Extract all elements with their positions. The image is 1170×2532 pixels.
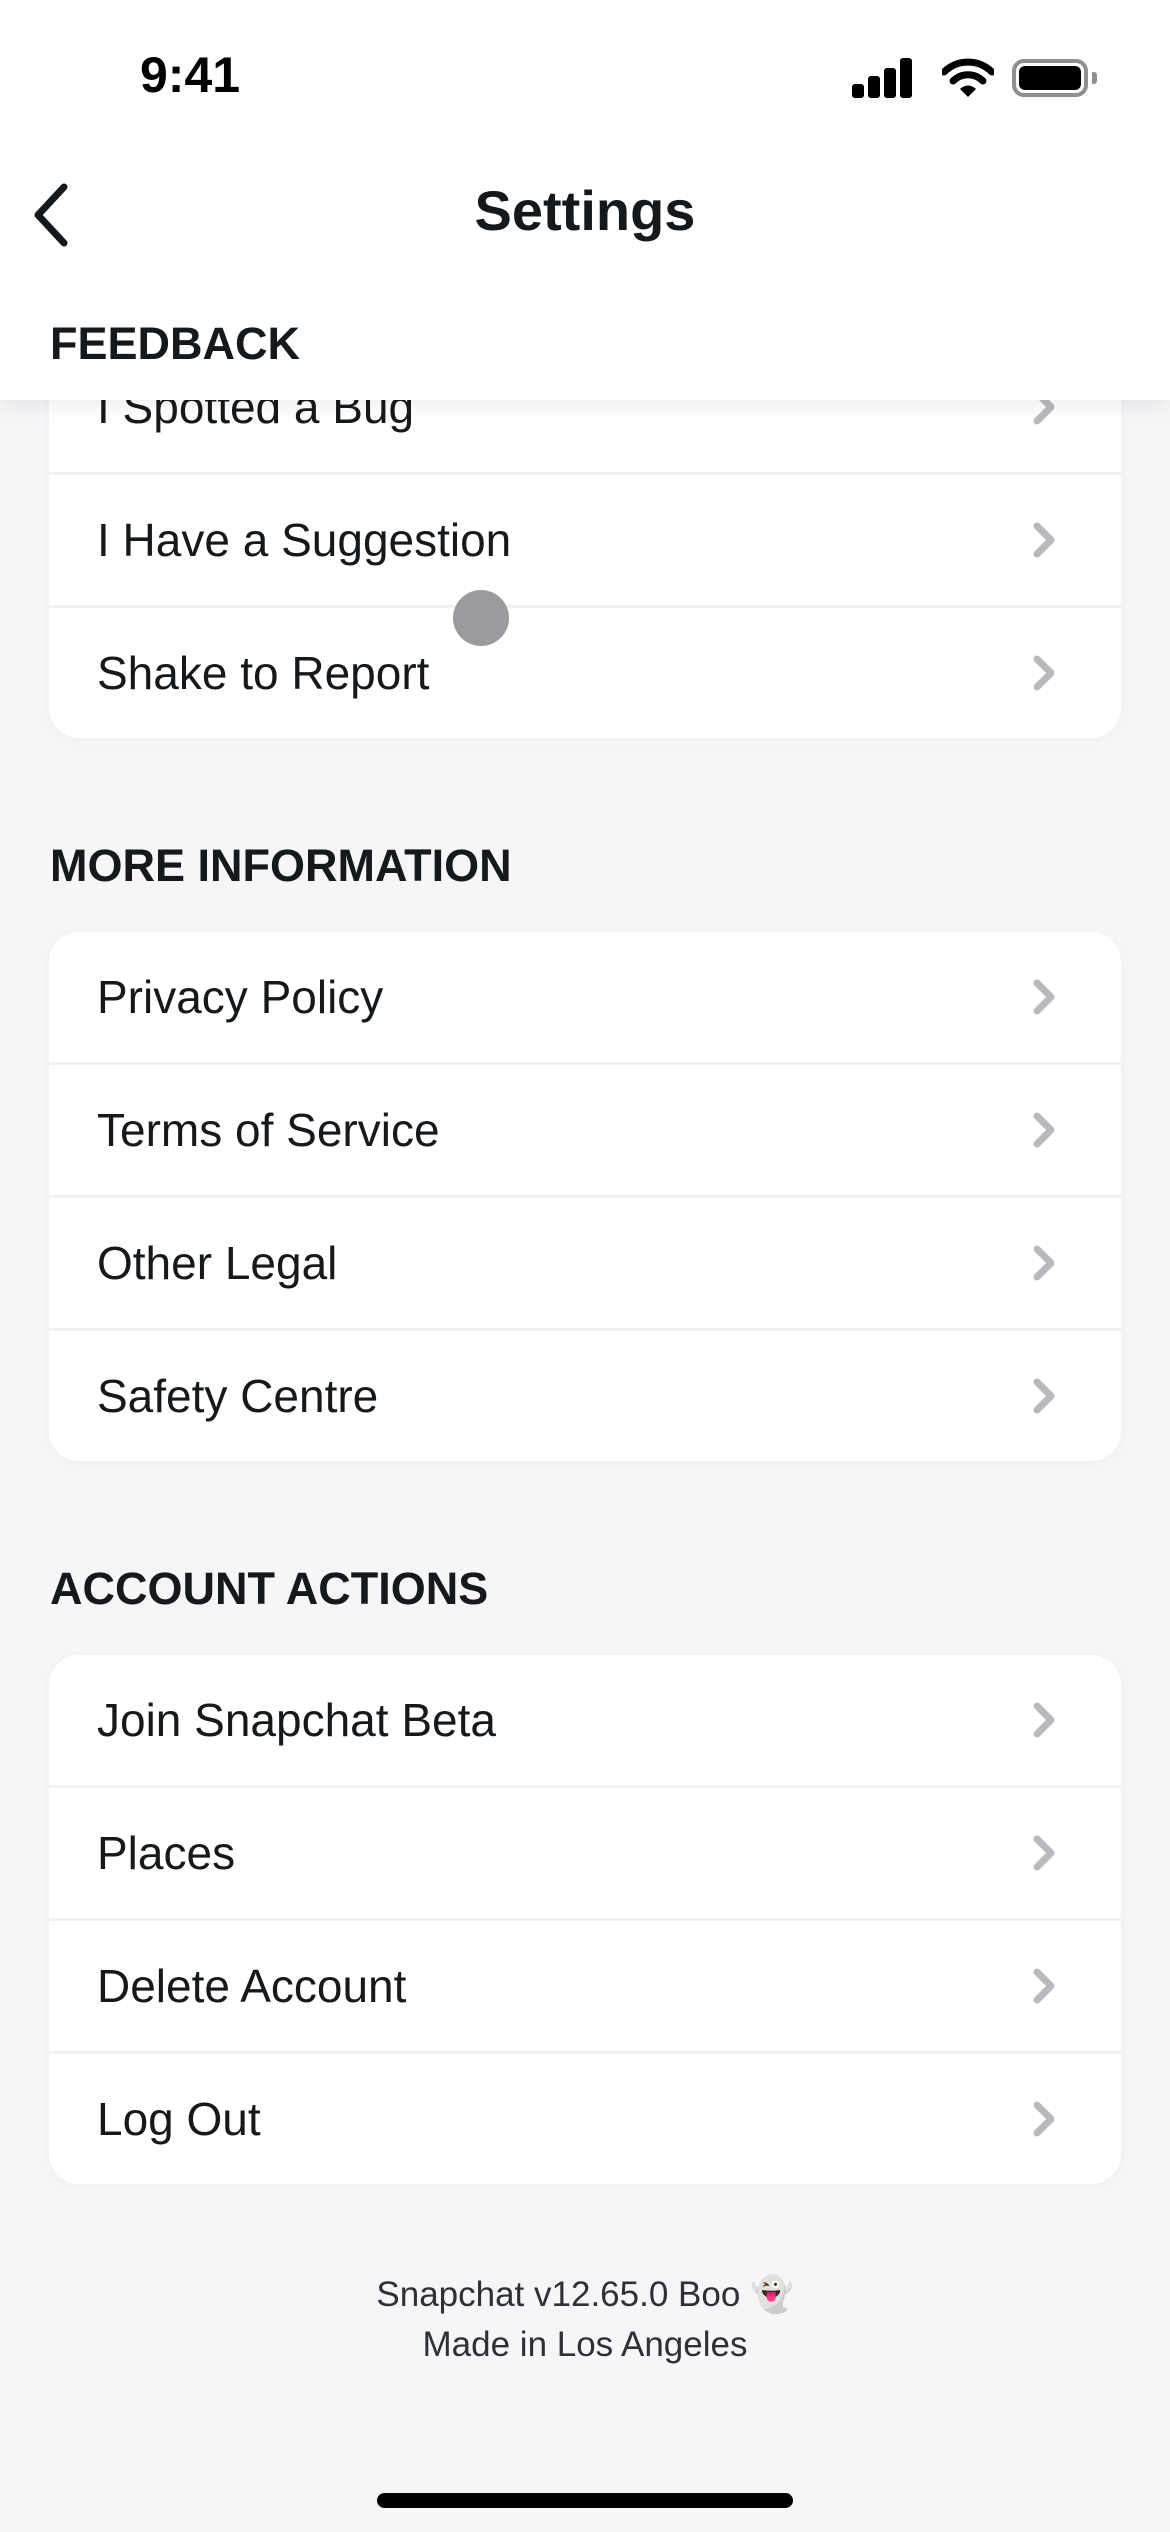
version-text: Snapchat v12.65.0 Boo 👻 [376, 2275, 794, 2314]
row-label: Other Legal [97, 1237, 338, 1289]
row-label: Terms of Service [97, 1104, 440, 1156]
list-item-other-legal[interactable]: Other Legal [49, 1198, 1121, 1331]
home-indicator[interactable] [377, 2493, 793, 2508]
feedback-card: I Spotted a Bug I Have a Suggestion Shak… [49, 342, 1121, 738]
row-label: Log Out [97, 2093, 261, 2145]
chevron-right-icon [1033, 1245, 1055, 1281]
list-item-log-out[interactable]: Log Out [49, 2054, 1121, 2184]
cellular-signal-icon [852, 58, 914, 98]
section-header-feedback: FEEDBACK [50, 318, 301, 369]
list-item-delete-account[interactable]: Delete Account [49, 1921, 1121, 2054]
status-time: 9:41 [140, 47, 241, 103]
list-item-terms-of-service[interactable]: Terms of Service [49, 1065, 1121, 1198]
chevron-right-icon [1033, 1112, 1055, 1148]
touch-indicator [453, 590, 509, 646]
more-information-card: Privacy Policy Terms of Service Other Le… [49, 932, 1121, 1461]
list-item-privacy-policy[interactable]: Privacy Policy [49, 932, 1121, 1065]
battery-cap [1092, 72, 1097, 84]
list-item-safety-centre[interactable]: Safety Centre [49, 1331, 1121, 1461]
section-header-account-actions: ACCOUNT ACTIONS [50, 1563, 489, 1614]
section-header-more-information: MORE INFORMATION [50, 840, 512, 891]
row-label: Safety Centre [97, 1370, 379, 1422]
list-item-shake-to-report[interactable]: Shake to Report [49, 608, 1121, 738]
app-version-footer: Snapchat v12.65.0 Boo 👻 Made in Los Ange… [0, 2270, 1170, 2370]
row-label: I Have a Suggestion [97, 514, 512, 566]
chevron-right-icon [1033, 2101, 1055, 2137]
battery-icon [1012, 59, 1088, 97]
chevron-right-icon [1033, 522, 1055, 558]
chevron-right-icon [1033, 1378, 1055, 1414]
chevron-right-icon [1033, 655, 1055, 691]
chevron-right-icon [1033, 1835, 1055, 1871]
list-item-suggestion[interactable]: I Have a Suggestion [49, 475, 1121, 608]
list-item-join-beta[interactable]: Join Snapchat Beta [49, 1655, 1121, 1788]
chevron-right-icon [1033, 1968, 1055, 2004]
page-title: Settings [474, 179, 696, 242]
list-item-places[interactable]: Places [49, 1788, 1121, 1921]
row-label: Shake to Report [97, 647, 430, 699]
wifi-icon [942, 58, 994, 97]
tagline-text: Made in Los Angeles [422, 2325, 748, 2364]
row-label: Join Snapchat Beta [97, 1694, 496, 1746]
chevron-right-icon [1033, 1702, 1055, 1738]
row-label: Places [97, 1827, 236, 1879]
navigation-header: 9:41 Settings FEEDBACK [0, 0, 1170, 400]
row-label: Delete Account [97, 1960, 407, 2012]
account-actions-card: Join Snapchat Beta Places Delete Account… [49, 1655, 1121, 2184]
chevron-right-icon [1033, 979, 1055, 1015]
row-label: Privacy Policy [97, 971, 384, 1023]
